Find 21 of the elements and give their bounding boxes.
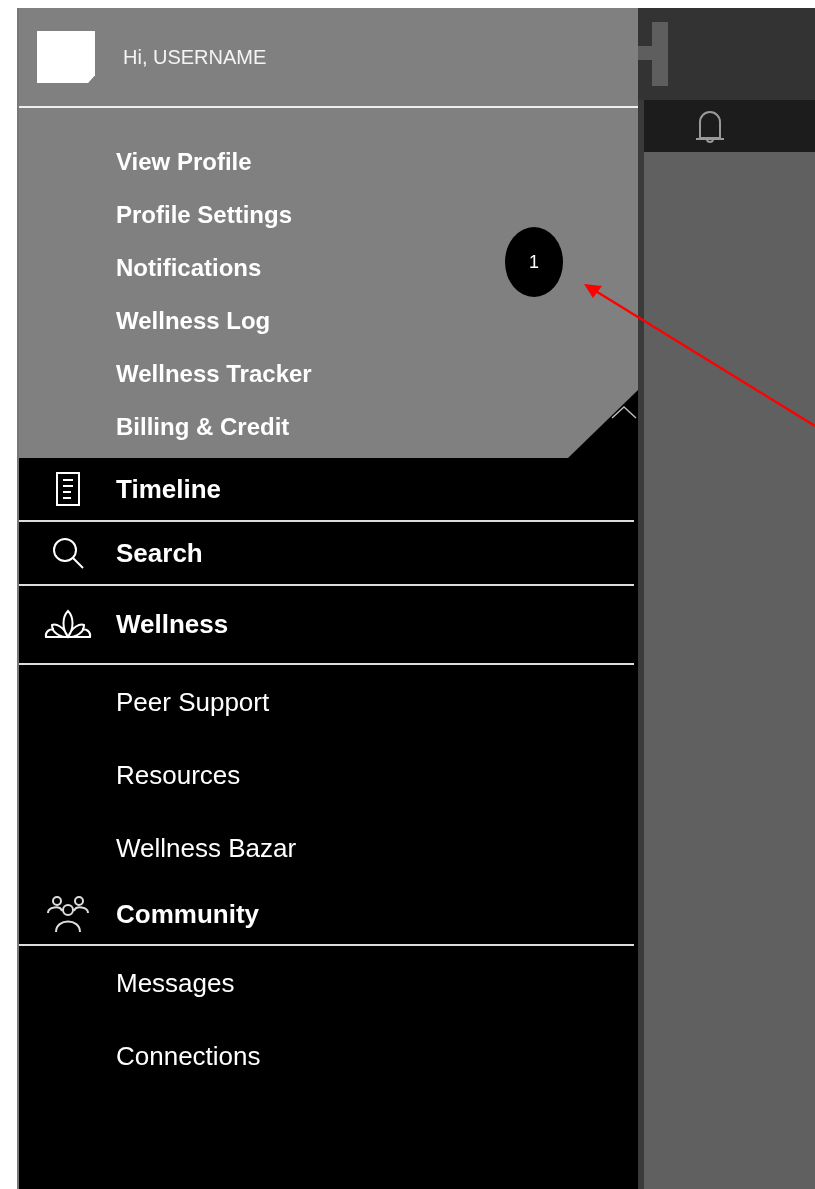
lotus-icon — [43, 608, 92, 641]
nav-section-item[interactable]: Timeline — [19, 458, 634, 522]
nav-section-item[interactable]: Community — [19, 884, 634, 946]
nav-section-item[interactable]: Search — [19, 522, 634, 586]
greeting-text: Hi, USERNAME — [123, 45, 267, 70]
profile-menu-item[interactable]: Billing & Credit — [116, 400, 290, 453]
nav-section-item[interactable]: Wellness — [19, 586, 634, 665]
collapse-toggle[interactable] — [568, 390, 638, 458]
nav-sub-item[interactable]: Messages — [19, 946, 241, 1019]
profile-menu-item[interactable]: Wellness Log — [116, 294, 271, 347]
search-icon — [50, 536, 85, 570]
document-icon — [54, 471, 81, 507]
profile-menu-item[interactable]: Notifications — [116, 241, 262, 294]
profile-menu-item[interactable]: View Profile — [116, 135, 252, 188]
people-icon — [45, 895, 90, 933]
nav-sub-item[interactable]: Connections — [19, 1019, 267, 1092]
profile-menu-item[interactable]: Profile Settings — [116, 188, 293, 241]
nav-sub-item[interactable]: Resources — [19, 738, 247, 811]
nav-sub-item[interactable]: Peer Support — [19, 665, 276, 738]
profile-menu-item[interactable]: Wellness Tracker — [116, 347, 312, 400]
nav-sub-item[interactable]: Wellness Bazar — [19, 811, 303, 884]
